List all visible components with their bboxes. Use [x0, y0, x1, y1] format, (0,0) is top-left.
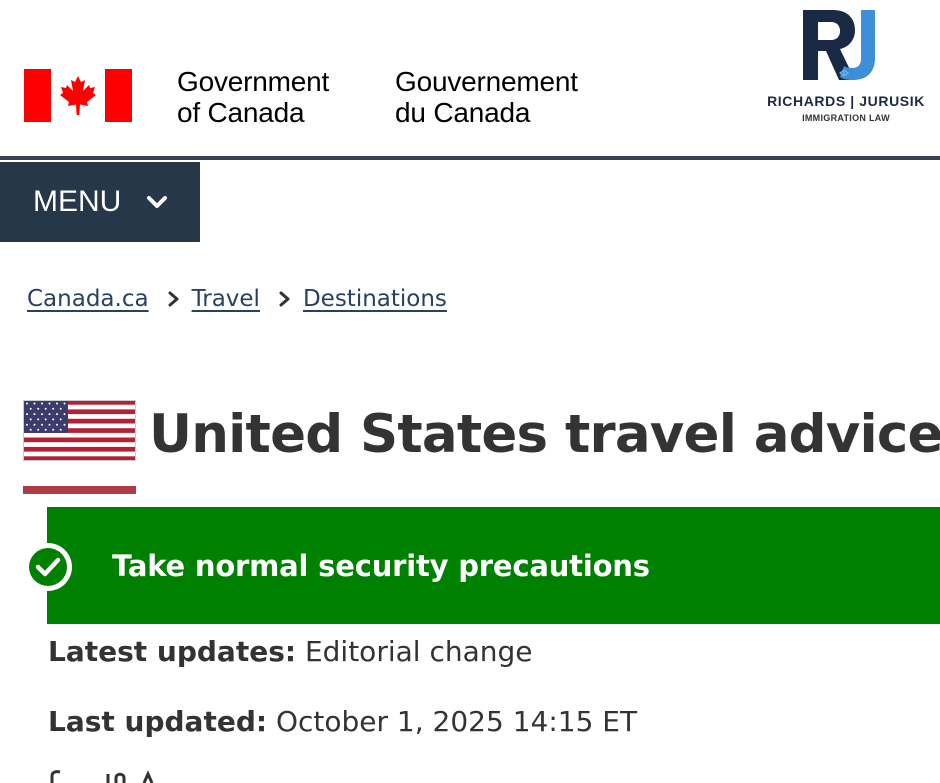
chevron-right-icon [279, 291, 290, 307]
menu-label: MENU [33, 185, 122, 218]
partner-subtitle: IMMIGRATION LAW [802, 113, 890, 123]
menu-button[interactable]: MENU [0, 162, 200, 242]
breadcrumb: Canada.ca Travel Destinations [27, 282, 447, 316]
title-underline [23, 486, 136, 494]
partner-logo: RICHARDS | JURUSIK IMMIGRATION LAW [758, 10, 934, 126]
wordmark-fr-line1: Gouvernement [395, 66, 578, 97]
rj-monogram-icon [803, 10, 875, 80]
chevron-down-icon [147, 196, 168, 208]
page: Government of Canada Gouvernement du Can… [0, 0, 940, 783]
breadcrumb-destinations[interactable]: Destinations [303, 286, 447, 312]
wordmark-fr-line2: du Canada [395, 97, 531, 128]
wordmark-en-line1: Government [177, 66, 330, 97]
breadcrumb-travel[interactable]: Travel [192, 286, 260, 312]
chevron-right-icon [168, 291, 179, 307]
gouvernement-du-canada-wordmark[interactable]: Gouvernement du Canada [395, 66, 578, 128]
header-divider [0, 156, 940, 160]
government-of-canada-wordmark[interactable]: Government of Canada [177, 66, 329, 128]
canada-flag-icon [24, 69, 132, 122]
last-updated-value: October 1, 2025 14:15 ET [267, 705, 638, 738]
page-title: United States travel advice [149, 404, 940, 465]
advisory-level: Take normal security precautions [112, 549, 650, 583]
check-circle-icon [24, 543, 72, 591]
last-updated: Last updated: October 1, 2025 14:15 ET [48, 702, 637, 742]
breadcrumb-canada[interactable]: Canada.ca [27, 286, 149, 312]
wordmark-en-line2: of Canada [177, 97, 305, 128]
latest-updates-value: Editorial change [296, 635, 533, 668]
united-states-flag-icon [23, 400, 136, 461]
latest-updates-label: Latest updates: [48, 635, 297, 668]
latest-updates: Latest updates: Editorial change [48, 632, 533, 672]
partner-name: RICHARDS | JURUSIK [767, 93, 925, 109]
last-updated-label: Last updated: [48, 705, 268, 738]
truncated-next-line [50, 770, 154, 783]
